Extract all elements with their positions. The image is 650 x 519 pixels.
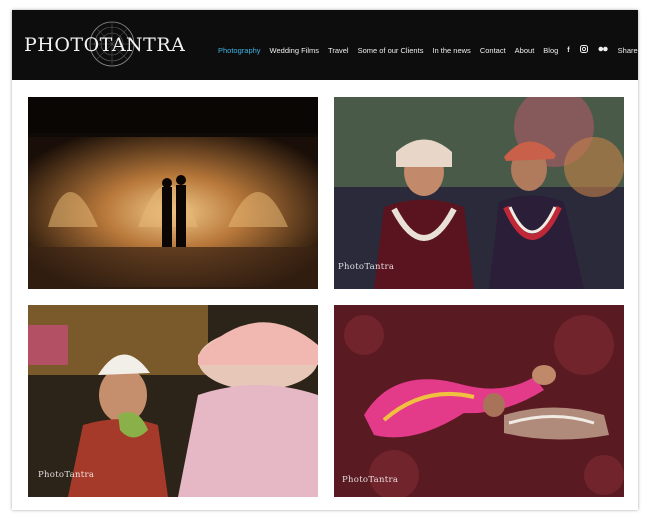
instagram-icon[interactable] [579,45,588,55]
main-nav: Photography Wedding Films Travel Some of… [218,43,647,57]
nav-about[interactable]: About [515,46,535,55]
gallery-photo-bride-leaf[interactable]: PhotoTantra [28,305,318,497]
nav-in-the-news[interactable]: In the news [432,46,470,55]
gallery-photo-couple-petals[interactable]: PhotoTantra [334,305,624,497]
flickr-icon[interactable] [598,46,608,54]
gallery-photo-couple-smiling[interactable]: PhotoTantra [334,97,624,289]
photo-watermark: PhotoTantra [338,262,395,272]
photo-watermark: PhotoTantra [38,470,95,480]
nav-contact[interactable]: Contact [480,46,506,55]
gallery-grid: PhotoTantra PhotoTantra PhotoTantra [12,80,638,510]
gallery-photo-couple-silhouette[interactable] [28,97,318,289]
nav-wedding-films[interactable]: Wedding Films [270,46,319,55]
photo-watermark: PhotoTantra [342,475,399,485]
nav-clients[interactable]: Some of our Clients [358,46,424,55]
nav-photography[interactable]: Photography [218,46,261,55]
page-frame: PHOTOTANTRA Photography Wedding Films Tr… [12,10,638,510]
facebook-icon[interactable]: f [567,47,569,54]
nav-blog[interactable]: Blog [543,46,558,55]
share-button[interactable]: Share [618,46,638,55]
site-header: PHOTOTANTRA Photography Wedding Films Tr… [12,10,638,80]
site-logo[interactable]: PHOTOTANTRA [24,34,185,56]
nav-travel[interactable]: Travel [328,46,349,55]
